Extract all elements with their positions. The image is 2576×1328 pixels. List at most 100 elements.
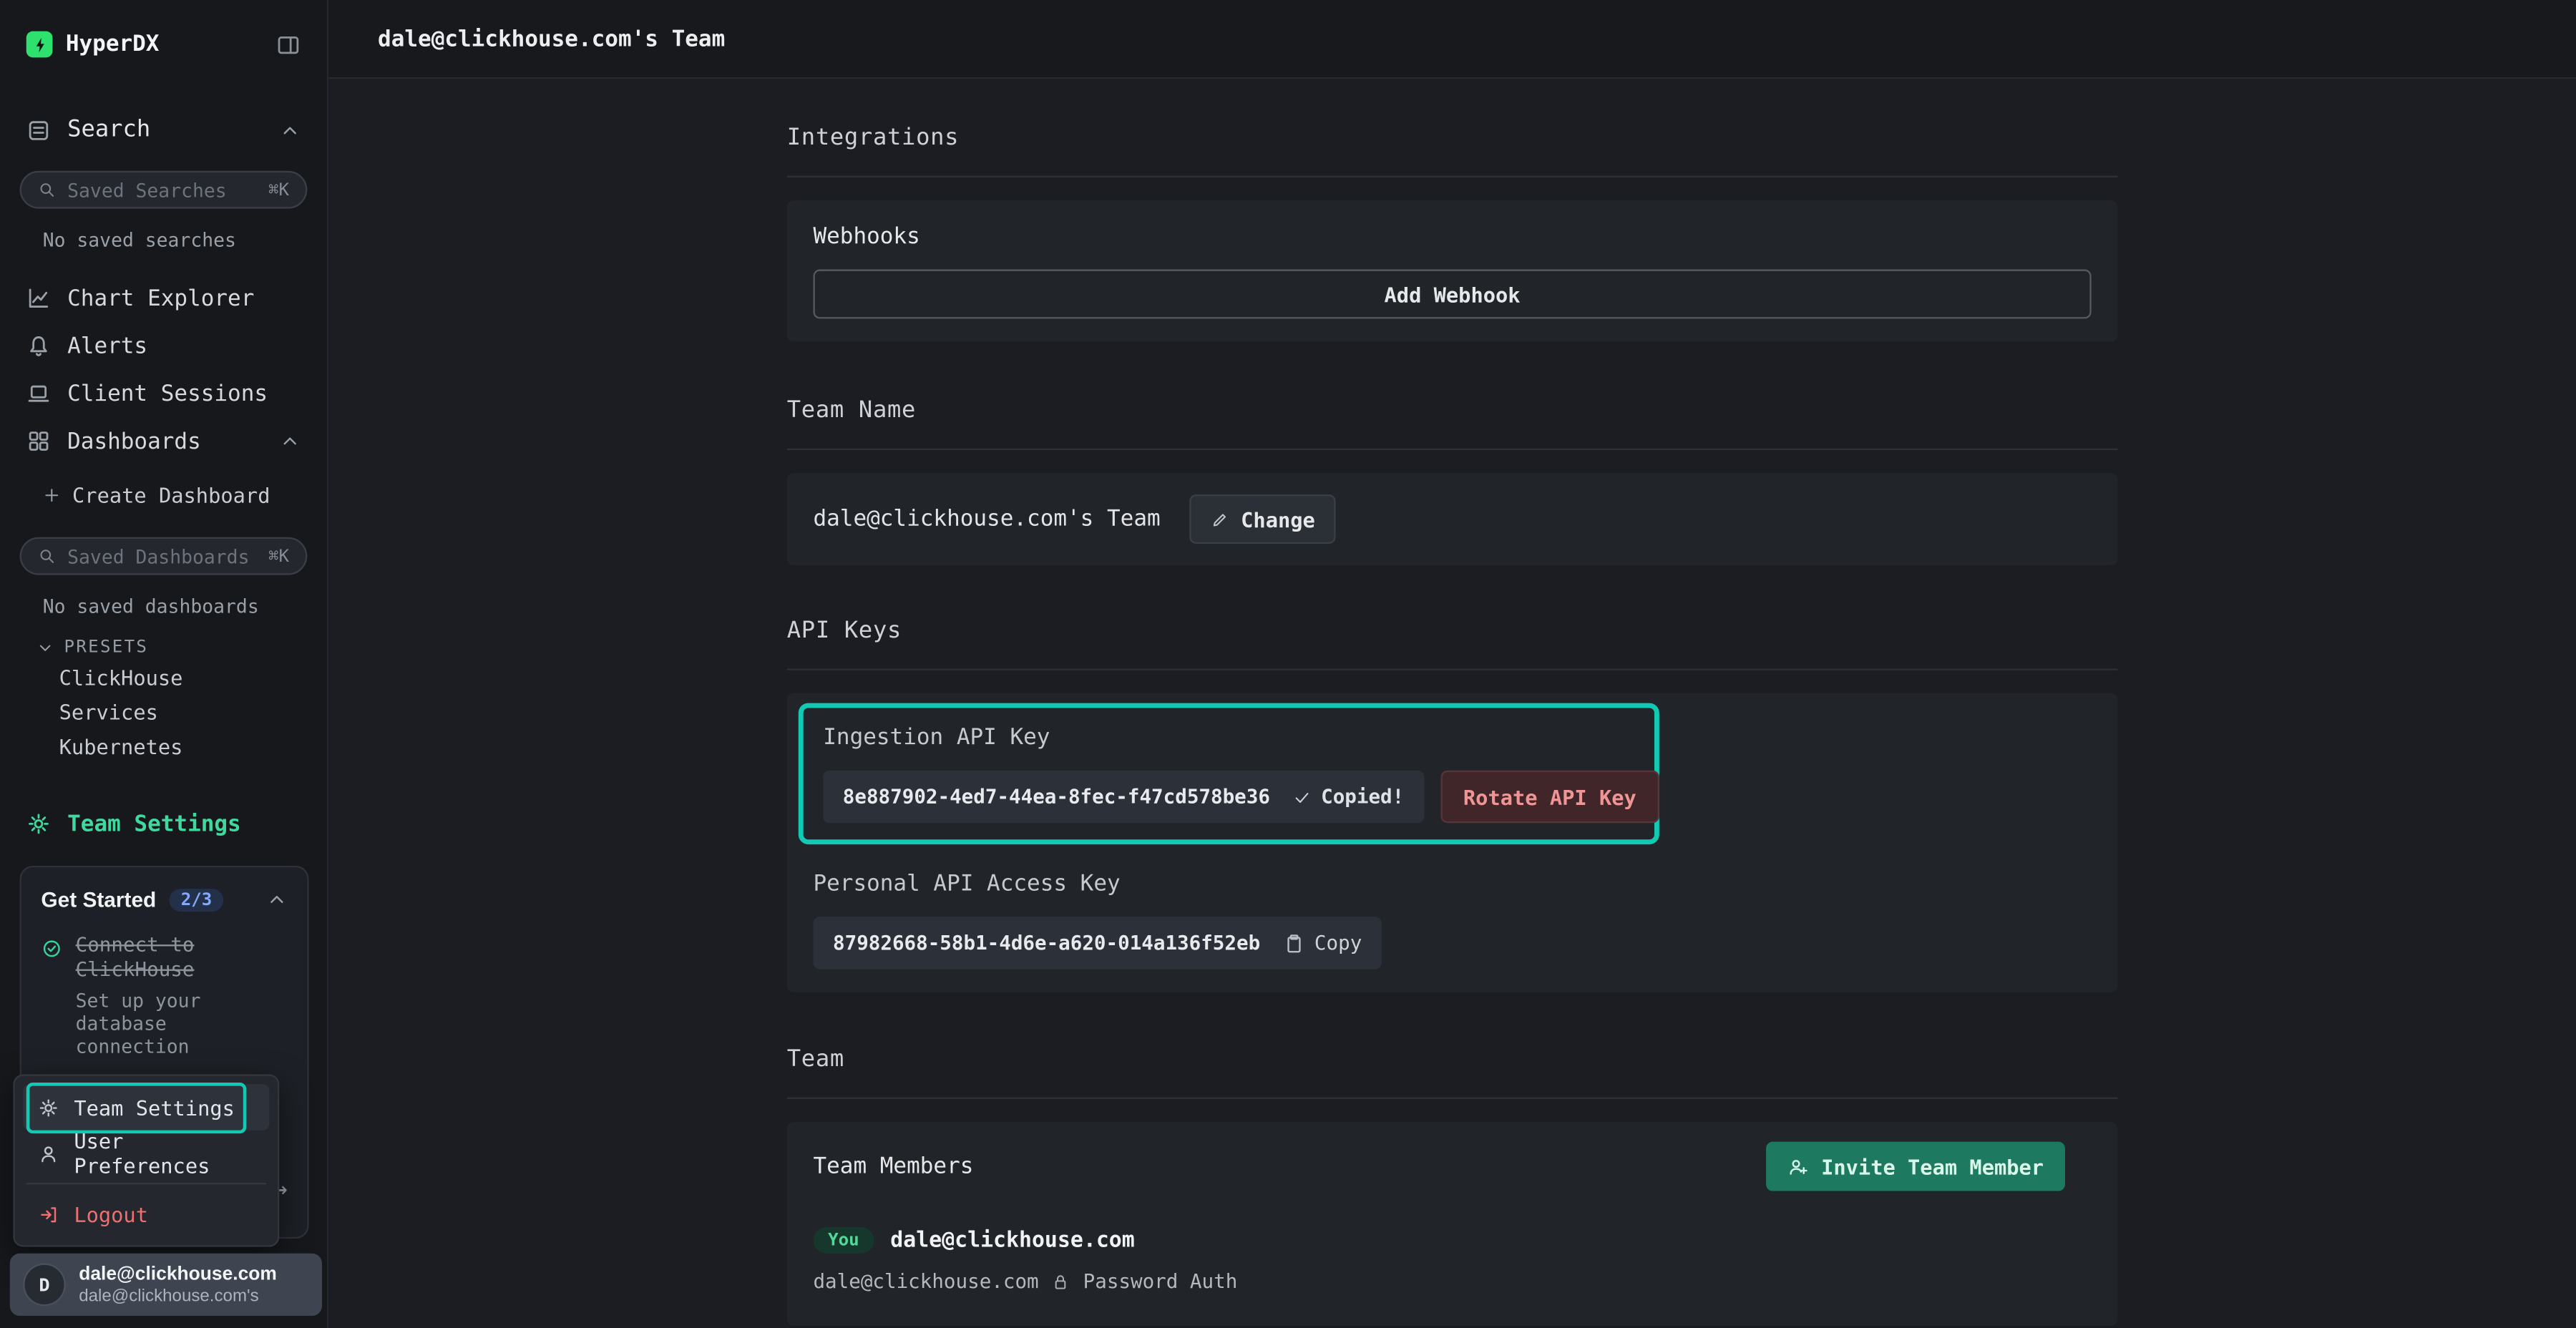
team-settings-label: Team Settings [67, 811, 241, 837]
sidebar-collapse-icon[interactable] [276, 32, 301, 57]
get-started-title: Get Started [41, 887, 156, 912]
menu-item-team-settings[interactable]: Team Settings [23, 1084, 269, 1130]
team-members-title: Team Members [813, 1153, 973, 1180]
menu-item-label: Team Settings [74, 1095, 235, 1119]
step-subtitle: Set up your database connection [76, 989, 288, 1058]
webhooks-card: Webhooks Add Webhook [787, 200, 2118, 341]
account-team: dale@clickhouse.com's [79, 1286, 277, 1306]
app-window: HyperDX Search Saved Searches ⌘K No save… [0, 0, 2576, 1328]
section-divider [787, 1098, 2118, 1099]
team-name-card: dale@clickhouse.com's Team Change [787, 473, 2118, 565]
team-member-row: You dale@clickhouse.com [813, 1226, 2091, 1255]
page-title: dale@clickhouse.com's Team [378, 26, 725, 52]
logo-row: HyperDX [0, 0, 327, 62]
invite-team-member-button[interactable]: Invite Team Member [1765, 1142, 2065, 1191]
saved-dashboards-input[interactable]: Saved Dashboards ⌘K [20, 537, 308, 575]
menu-item-label: Logout [74, 1201, 148, 1226]
member-auth-method: Password Auth [1083, 1270, 1238, 1293]
ingestion-key-value: 8e887902-4ed7-44ea-8fec-f47cd578be36 [843, 785, 1270, 808]
shortcut-badge: ⌘K [268, 546, 289, 566]
gear-icon [38, 1097, 59, 1118]
step-title: Connect to ClickHouse [76, 933, 288, 982]
account-row[interactable]: D dale@clickhouse.com dale@clickhouse.co… [10, 1254, 322, 1316]
section-divider [787, 449, 2118, 450]
search-section-label: Search [67, 117, 150, 143]
sidebar-item-label: Dashboards [67, 428, 201, 454]
copy-label: Copy [1314, 932, 1362, 954]
menu-item-label: User Preferences [74, 1128, 255, 1178]
saved-searches-input[interactable]: Saved Searches ⌘K [20, 171, 308, 209]
menu-item-user-preferences[interactable]: User Preferences [23, 1131, 269, 1176]
team-name-heading: Team Name [787, 398, 2118, 424]
app-title: HyperDX [66, 31, 160, 58]
sidebar-item-dashboards[interactable]: Dashboards [0, 417, 327, 465]
member-name: dale@clickhouse.com [890, 1228, 1134, 1252]
check-circle-icon [41, 934, 62, 1058]
sidebar-item-chart-explorer[interactable]: Chart Explorer [0, 274, 327, 322]
chart-icon [26, 285, 51, 310]
create-dashboard-button[interactable]: Create Dashboard [0, 475, 327, 514]
menu-item-logout[interactable]: Logout [23, 1191, 269, 1237]
ingestion-key-value-box[interactable]: 8e887902-4ed7-44ea-8fec-f47cd578be36 Cop… [823, 771, 1424, 823]
invite-label: Invite Team Member [1821, 1154, 2044, 1178]
gear-icon [26, 811, 51, 836]
laptop-icon [26, 381, 51, 406]
avatar: D [23, 1264, 66, 1307]
chevron-up-icon[interactable] [266, 889, 288, 910]
copy-button[interactable]: Copy [1283, 932, 1362, 954]
change-team-name-button[interactable]: Change [1190, 494, 1337, 544]
settings-content: Integrations Webhooks Add Webhook Team N… [328, 79, 2576, 1328]
account-name: dale@clickhouse.com [79, 1264, 277, 1286]
rotate-api-key-button[interactable]: Rotate API Key [1440, 771, 1659, 823]
menu-divider [26, 1183, 266, 1184]
search-icon [38, 181, 56, 199]
get-started-progress-badge: 2/3 [170, 888, 224, 911]
preset-services[interactable]: Services [0, 695, 327, 729]
account-menu-popup: Team Settings User Preferences Logout [13, 1075, 279, 1247]
section-divider [787, 176, 2118, 177]
sidebar-item-client-sessions[interactable]: Client Sessions [0, 370, 327, 418]
chevron-up-icon[interactable] [279, 431, 301, 452]
sidebar-item-team-settings[interactable]: Team Settings [0, 800, 327, 848]
personal-key-value-box[interactable]: 87982668-58b1-4d6e-a620-014a136f52eb Cop… [813, 917, 1381, 969]
chevron-up-icon[interactable] [279, 119, 301, 140]
annotation-box-ingestion-key: Ingestion API Key 8e887902-4ed7-44ea-8fe… [799, 703, 1659, 844]
saved-searches-placeholder: Saved Searches [67, 178, 227, 201]
api-keys-card: Ingestion API Key 8e887902-4ed7-44ea-8fe… [787, 693, 2118, 992]
webhooks-title: Webhooks [813, 223, 2091, 250]
team-heading: Team [787, 1046, 2118, 1073]
personal-key-label: Personal API Access Key [813, 871, 2091, 897]
preset-clickhouse[interactable]: ClickHouse [0, 660, 327, 695]
no-saved-dashboards-text: No saved dashboards [0, 595, 327, 617]
integrations-heading: Integrations [787, 125, 2118, 151]
create-dashboard-label: Create Dashboard [72, 482, 270, 507]
copied-label: Copied! [1321, 785, 1404, 808]
member-details-row: dale@clickhouse.com Password Auth [813, 1270, 2091, 1293]
get-started-step[interactable]: Connect to ClickHouse Set up your databa… [41, 933, 287, 1058]
personal-key-value: 87982668-58b1-4d6e-a620-014a136f52eb [833, 932, 1260, 954]
topbar: dale@clickhouse.com's Team [328, 0, 2576, 79]
lock-icon [1052, 1272, 1070, 1290]
plus-icon [43, 485, 61, 503]
you-badge: You [813, 1227, 874, 1254]
presets-toggle[interactable]: PRESETS [0, 634, 327, 660]
shortcut-badge: ⌘K [268, 180, 289, 200]
sidebar-nav: Chart Explorer Alerts Client Sessions Da… [0, 274, 327, 464]
saved-dashboards-placeholder: Saved Dashboards [67, 545, 249, 567]
search-section-header[interactable]: Search [0, 112, 327, 148]
search-section-icon [26, 117, 51, 142]
copied-indicator: Copied! [1293, 785, 1404, 808]
preset-kubernetes[interactable]: Kubernetes [0, 729, 327, 763]
sidebar-item-label: Chart Explorer [67, 285, 254, 311]
sidebar-item-alerts[interactable]: Alerts [0, 322, 327, 370]
check-icon [1293, 788, 1311, 806]
hyperdx-logo-icon [26, 31, 53, 58]
api-keys-heading: API Keys [787, 617, 2118, 644]
bell-icon [26, 333, 51, 358]
ingestion-key-label: Ingestion API Key [823, 724, 1634, 751]
clipboard-icon [1283, 932, 1304, 954]
chevron-down-icon [36, 638, 54, 656]
add-webhook-button[interactable]: Add Webhook [813, 270, 2091, 319]
user-icon [38, 1143, 59, 1164]
team-name-value: dale@clickhouse.com's Team [813, 506, 1160, 532]
